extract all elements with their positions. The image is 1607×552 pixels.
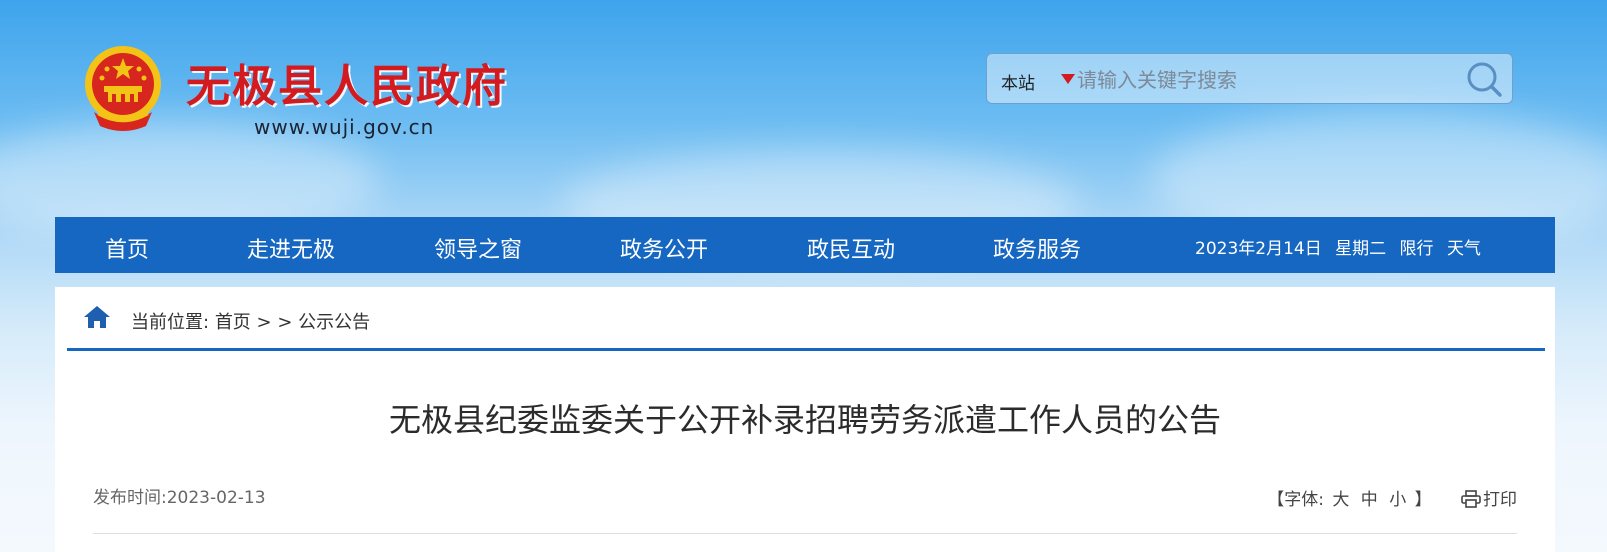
- nav-item-home[interactable]: 首页: [105, 232, 149, 264]
- breadcrumb-home-link[interactable]: 首页: [215, 312, 251, 333]
- weather-link[interactable]: 天气: [1447, 239, 1481, 259]
- publish-label: 发布时间:: [93, 488, 167, 508]
- traffic-restriction-link[interactable]: 限行: [1400, 239, 1434, 259]
- font-size-small-button[interactable]: 小: [1389, 490, 1406, 510]
- divider: [67, 348, 1545, 351]
- nav-item-interaction[interactable]: 政民互动: [807, 232, 895, 264]
- chevron-down-icon[interactable]: [1061, 74, 1075, 84]
- publish-info: 发布时间:2023-02-13: [93, 483, 266, 508]
- article-tools: 【字体: 大 中 小 】 打印: [1267, 485, 1517, 510]
- nav-item-gov-affairs-open[interactable]: 政务公开: [620, 232, 708, 264]
- content-panel: 当前位置: 首页 > > 公示公告 无极县纪委监委关于公开补录招聘劳务派遣工作人…: [55, 287, 1555, 552]
- nav-info-bar: 2023年2月14日 星期二 限行 天气: [1195, 234, 1489, 259]
- font-size-label-close: 】: [1414, 490, 1432, 510]
- font-size-label: 【字体:: [1267, 490, 1324, 510]
- search-box: 本站: [986, 53, 1513, 104]
- print-button[interactable]: 打印: [1461, 485, 1517, 510]
- print-label: 打印: [1483, 490, 1517, 510]
- search-icon[interactable]: [1464, 59, 1504, 99]
- nav-item-leaders[interactable]: 领导之窗: [434, 232, 522, 264]
- nav-item-about[interactable]: 走进无极: [247, 232, 335, 264]
- site-url: www.wuji.gov.cn: [254, 115, 435, 139]
- search-scope-select[interactable]: 本站: [1001, 69, 1035, 94]
- breadcrumb-prefix: 当前位置:: [131, 312, 210, 333]
- breadcrumb-current-link[interactable]: 公示公告: [298, 312, 370, 333]
- nav-item-gov-services[interactable]: 政务服务: [993, 232, 1081, 264]
- site-title: 无极县人民政府: [186, 61, 508, 112]
- national-emblem-icon: [85, 46, 161, 131]
- divider: [93, 533, 1517, 534]
- font-size-large-button[interactable]: 大: [1332, 490, 1349, 510]
- publish-date: 2023-02-13: [166, 488, 266, 508]
- current-weekday: 星期二: [1335, 239, 1387, 259]
- printer-icon: [1461, 490, 1481, 508]
- breadcrumb-separator: > >: [256, 312, 293, 333]
- article-title: 无极县纪委监委关于公开补录招聘劳务派遣工作人员的公告: [388, 401, 1221, 439]
- home-icon: [84, 306, 110, 328]
- font-size-medium-button[interactable]: 中: [1361, 490, 1378, 510]
- current-date: 2023年2月14日: [1195, 239, 1322, 259]
- main-nav: 首页 走进无极 领导之窗 政务公开 政民互动 政务服务 2023年2月14日 星…: [55, 217, 1555, 273]
- search-input[interactable]: [1075, 64, 1439, 96]
